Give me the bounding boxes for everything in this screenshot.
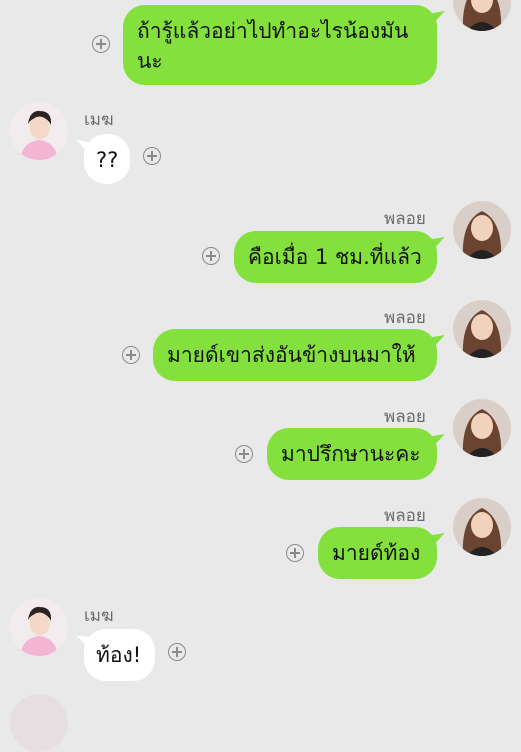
avatar-ploy[interactable]	[453, 300, 511, 358]
message-text: มายด์เขาส่งอันข้างบนมาให้	[167, 343, 416, 367]
message-text-line: ถ้ารู้แล้วอย่าไปทำอะไรน้องมัน	[137, 19, 409, 43]
sender-name: พลอย	[384, 209, 426, 228]
avatar-ploy[interactable]	[453, 498, 511, 556]
avatar-ploy[interactable]	[453, 0, 511, 31]
message-text-line: นะ	[137, 49, 163, 73]
avatar-mek[interactable]	[10, 598, 68, 656]
sender-name: พลอย	[384, 407, 426, 426]
avatar-mek[interactable]	[10, 102, 68, 160]
add-reaction-icon[interactable]	[168, 643, 186, 661]
sender-name: พลอย	[384, 506, 426, 525]
add-reaction-icon[interactable]	[286, 544, 304, 562]
message-bubble-outgoing[interactable]: มาปรึกษานะคะ	[267, 428, 437, 480]
message-bubble-outgoing[interactable]: มายด์ท้อง	[318, 527, 437, 579]
message-text: คือเมื่อ 1 ชม.ที่แล้ว	[248, 245, 422, 269]
message-text: ??	[96, 148, 119, 172]
add-reaction-icon[interactable]	[92, 35, 110, 53]
message-bubble-incoming[interactable]: ท้อง!	[84, 629, 155, 681]
message-bubble-outgoing[interactable]: มายด์เขาส่งอันข้างบนมาให้	[153, 329, 437, 381]
message-bubble-incoming[interactable]: ??	[84, 134, 130, 184]
avatar-mek[interactable]	[10, 694, 68, 752]
message-text: มาปรึกษานะคะ	[281, 442, 421, 466]
sender-name: เมฆ	[84, 606, 114, 625]
add-reaction-icon[interactable]	[235, 445, 253, 463]
chat-view: ถ้ารู้แล้วอย่าไปทำอะไรน้องมัน นะ เมฆ ?? …	[0, 0, 521, 752]
add-reaction-icon[interactable]	[122, 346, 140, 364]
message-bubble-outgoing[interactable]: ถ้ารู้แล้วอย่าไปทำอะไรน้องมัน นะ	[123, 5, 437, 85]
add-reaction-icon[interactable]	[202, 247, 220, 265]
avatar-ploy[interactable]	[453, 201, 511, 259]
add-reaction-icon[interactable]	[143, 147, 161, 165]
message-bubble-outgoing[interactable]: คือเมื่อ 1 ชม.ที่แล้ว	[234, 231, 437, 283]
sender-name: เมฆ	[84, 110, 114, 129]
avatar-ploy[interactable]	[453, 399, 511, 457]
message-text: มายด์ท้อง	[332, 541, 421, 565]
message-text: ท้อง!	[96, 643, 142, 667]
sender-name: พลอย	[384, 308, 426, 327]
